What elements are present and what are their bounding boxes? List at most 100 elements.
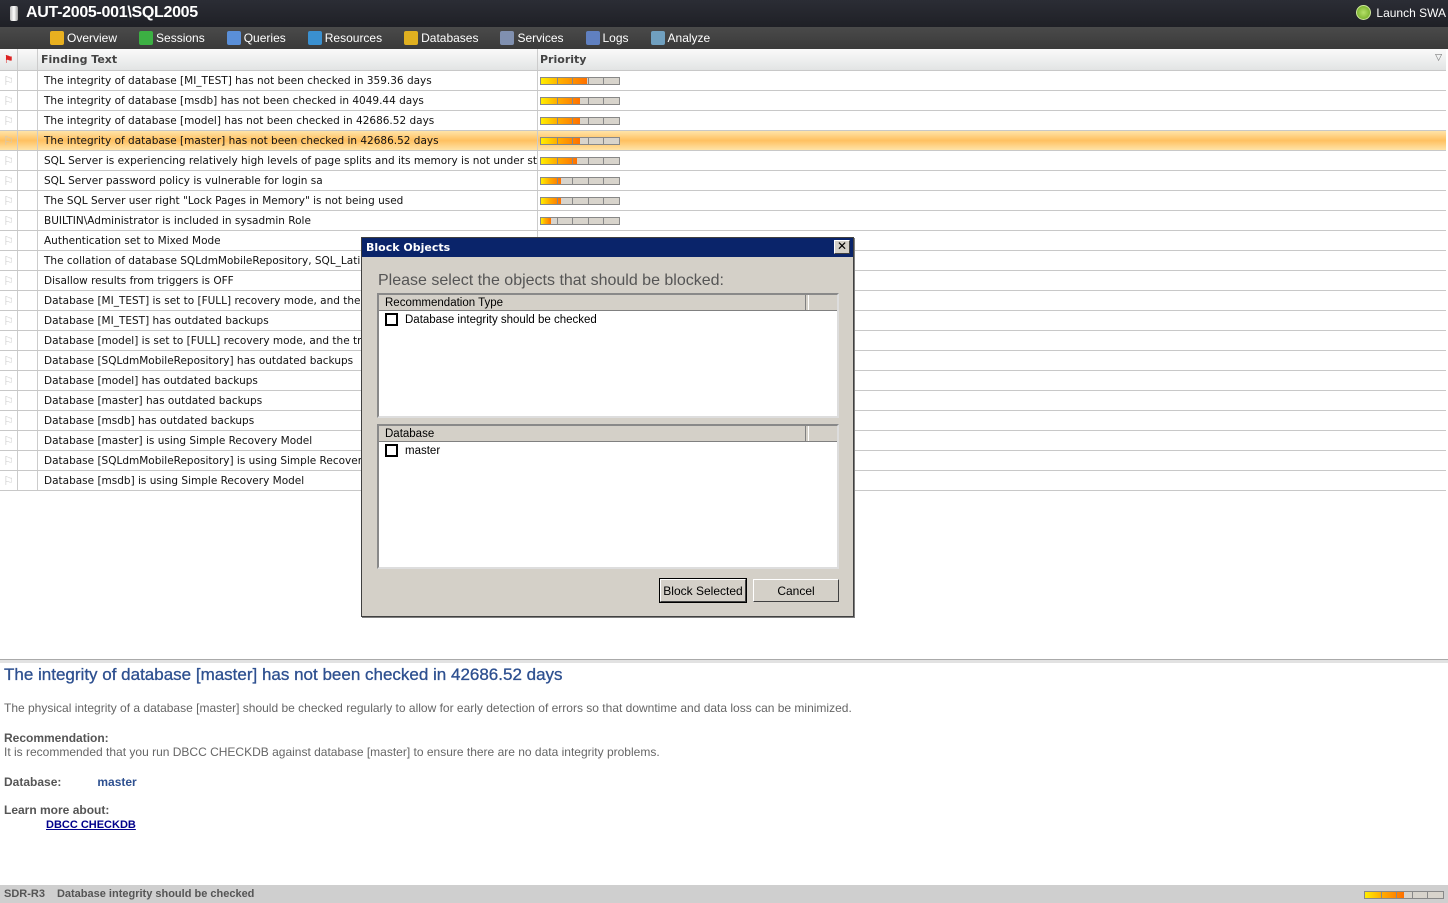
blank-cell xyxy=(18,271,38,290)
priority-segment-divider xyxy=(556,177,558,184)
flag-icon: ⚐ xyxy=(3,113,14,128)
launch-swa-button[interactable]: Launch SWA xyxy=(1356,5,1446,20)
flag-cell[interactable]: ⚐ xyxy=(0,331,18,350)
finding-text-header[interactable]: Finding Text xyxy=(38,49,538,70)
nav-resources[interactable]: Resources xyxy=(307,27,383,49)
recommendation-type-header[interactable]: Recommendation Type xyxy=(379,295,837,311)
priority-segment-divider xyxy=(603,157,605,164)
database-item[interactable]: master xyxy=(379,442,837,459)
priority-fill xyxy=(541,137,580,144)
flag-column-header[interactable]: ⚑ xyxy=(0,49,18,70)
flag-cell[interactable]: ⚐ xyxy=(0,451,18,470)
close-icon[interactable]: ✕ xyxy=(834,240,850,254)
priority-header[interactable]: Priority xyxy=(538,49,1446,70)
flag-cell[interactable]: ⚐ xyxy=(0,191,18,210)
database-header[interactable]: Database xyxy=(379,426,837,442)
table-row[interactable]: ⚐ BUILTIN\Administrator is included in sy… xyxy=(0,211,1446,231)
database-checkbox[interactable] xyxy=(385,444,398,457)
priority-cell xyxy=(538,171,1446,190)
blank-cell xyxy=(18,411,38,430)
nav-label: Overview xyxy=(67,31,118,45)
flag-cell[interactable]: ⚐ xyxy=(0,71,18,90)
table-row[interactable]: ⚐ The integrity of database [model] has n… xyxy=(0,111,1446,131)
flag-cell[interactable]: ⚐ xyxy=(0,91,18,110)
flag-icon: ⚐ xyxy=(3,253,14,268)
details-title: The integrity of database [master] has n… xyxy=(4,665,563,684)
flag-icon: ⚐ xyxy=(3,233,14,248)
flag-cell[interactable]: ⚐ xyxy=(0,291,18,310)
flag-cell[interactable]: ⚐ xyxy=(0,391,18,410)
priority-segment-divider xyxy=(587,77,589,84)
blank-column-header[interactable] xyxy=(18,49,38,70)
flag-icon: ⚐ xyxy=(3,153,14,168)
flag-cell[interactable]: ⚐ xyxy=(0,171,18,190)
filter-icon[interactable]: ▽ xyxy=(1435,53,1442,63)
recommendation-checkbox[interactable] xyxy=(385,313,398,326)
flag-cell[interactable]: ⚐ xyxy=(0,131,18,150)
flag-icon: ⚐ xyxy=(3,193,14,208)
priority-cell xyxy=(538,71,1446,90)
flag-cell[interactable]: ⚐ xyxy=(0,251,18,270)
flag-cell[interactable]: ⚐ xyxy=(0,351,18,370)
nav-databases[interactable]: Databases xyxy=(404,27,478,49)
database-label: Database: xyxy=(4,775,62,789)
flag-cell[interactable]: ⚐ xyxy=(0,231,18,250)
flag-cell[interactable]: ⚐ xyxy=(0,211,18,230)
priority-cell xyxy=(538,91,1446,110)
flag-icon: ⚐ xyxy=(3,333,14,348)
blank-cell xyxy=(18,351,38,370)
block-selected-button[interactable]: Block Selected xyxy=(659,578,747,603)
flag-cell[interactable]: ⚐ xyxy=(0,151,18,170)
blank-cell xyxy=(18,111,38,130)
table-row[interactable]: ⚐ SQL Server is experiencing relatively h… xyxy=(0,151,1446,171)
flag-cell[interactable]: ⚐ xyxy=(0,311,18,330)
nav-label: Resources xyxy=(324,31,383,45)
nav-sessions[interactable]: Sessions xyxy=(139,27,205,49)
analyze-icon xyxy=(650,31,665,45)
dbcc-checkdb-link[interactable]: DBCC CHECKDB xyxy=(46,819,136,831)
services-icon xyxy=(500,31,515,45)
flag-cell[interactable]: ⚐ xyxy=(0,371,18,390)
priority-segment-divider xyxy=(556,77,558,84)
learn-more-label: Learn more about: xyxy=(4,803,110,817)
priority-bar xyxy=(540,156,620,165)
flag-icon: ⚐ xyxy=(3,173,14,188)
flag-cell[interactable]: ⚐ xyxy=(0,431,18,450)
table-row[interactable]: ⚐ The integrity of database [MI_TEST] has… xyxy=(0,71,1446,91)
database-value: master xyxy=(97,775,137,789)
blank-cell xyxy=(18,71,38,90)
nav-services[interactable]: Services xyxy=(500,27,564,49)
flag-cell[interactable]: ⚐ xyxy=(0,271,18,290)
table-row[interactable]: ⚐ The SQL Server user right "Lock Pages i… xyxy=(0,191,1446,211)
flag-icon: ⚐ xyxy=(3,393,14,408)
recommendation-type-item[interactable]: Database integrity should be checked xyxy=(379,311,837,328)
priority-segment-divider xyxy=(572,197,574,204)
priority-segment-divider xyxy=(603,117,605,124)
nav-queries[interactable]: Queries xyxy=(226,27,286,49)
priority-segment-divider xyxy=(556,157,558,164)
nav-logs[interactable]: Logs xyxy=(585,27,629,49)
flag-cell[interactable]: ⚐ xyxy=(0,411,18,430)
nav-overview[interactable]: Overview xyxy=(50,27,117,49)
nav-analyze[interactable]: Analyze xyxy=(650,27,710,49)
cancel-button[interactable]: Cancel xyxy=(753,579,839,602)
priority-fill xyxy=(1365,892,1404,898)
table-row[interactable]: ⚐ SQL Server password policy is vulnerabl… xyxy=(0,171,1446,191)
priority-segment-divider xyxy=(572,217,574,224)
blank-cell xyxy=(18,291,38,310)
priority-fill xyxy=(541,217,552,224)
blank-cell xyxy=(18,131,38,150)
priority-segment-divider xyxy=(572,137,574,144)
blank-cell xyxy=(18,331,38,350)
priority-fill xyxy=(541,97,580,104)
databases-icon xyxy=(404,31,419,45)
splitter[interactable] xyxy=(0,659,1448,663)
finding-text: SQL Server is experiencing relatively hi… xyxy=(38,151,538,170)
dialog-prompt: Please select the objects that should be… xyxy=(378,272,724,289)
priority-segment-divider xyxy=(1427,892,1429,898)
table-row[interactable]: ⚐ The integrity of database [master] has … xyxy=(0,131,1446,151)
flag-cell[interactable]: ⚐ xyxy=(0,471,18,490)
flag-cell[interactable]: ⚐ xyxy=(0,111,18,130)
table-row[interactable]: ⚐ The integrity of database [msdb] has no… xyxy=(0,91,1446,111)
priority-segment-divider xyxy=(1396,892,1398,898)
